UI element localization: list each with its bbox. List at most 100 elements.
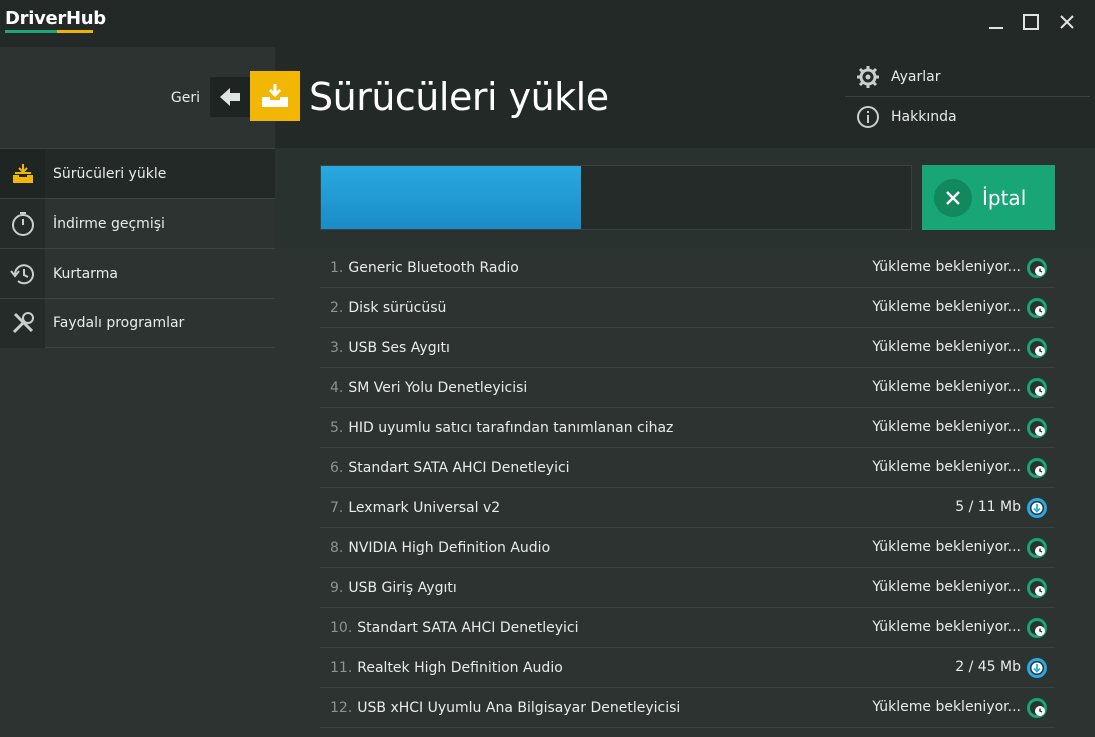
close-icon — [1060, 15, 1074, 29]
install-tray-icon — [0, 149, 45, 198]
sidebar-item-useful-programs[interactable]: Faydalı programlar — [0, 298, 275, 348]
back-label[interactable]: Geri — [171, 90, 200, 106]
status-text: Yükleme bekleniyor... — [872, 259, 1021, 275]
history-icon — [0, 249, 45, 298]
close-icon — [934, 178, 972, 217]
row-number: 3. — [330, 339, 344, 356]
waiting-clock-icon — [1027, 458, 1047, 478]
cancel-button[interactable]: İptal — [922, 165, 1055, 230]
logo-underline — [5, 30, 93, 33]
settings-label: Ayarlar — [891, 68, 941, 85]
table-row: 12. USB xHCI Uyumlu Ana Bilgisayar Denetl… — [320, 688, 1055, 728]
settings-menu-item[interactable]: Ayarlar — [845, 57, 1090, 97]
sidebar: Geri Sürücüleri yükle İndirme geçmişi Ku… — [0, 47, 275, 737]
minimize-button[interactable] — [984, 10, 1008, 34]
driver-name: SM Veri Yolu Denetleyicisi — [348, 379, 528, 396]
waiting-clock-icon — [1027, 418, 1047, 438]
about-menu-item[interactable]: Hakkında — [845, 97, 1090, 137]
driver-name: Disk sürücüsü — [348, 299, 447, 316]
download-progress-icon — [1027, 498, 1047, 518]
row-number: 11. — [330, 659, 353, 676]
waiting-clock-icon — [1027, 578, 1047, 598]
table-row: 11. Realtek High Definition Audio 2 / 45 M… — [320, 648, 1055, 688]
waiting-clock-icon — [1027, 698, 1047, 718]
cancel-label: İptal — [982, 185, 1027, 210]
row-number: 4. — [330, 379, 344, 396]
driver-list: 1. Generic Bluetooth Radio Yükleme bekleni… — [320, 248, 1055, 728]
page-title: Sürücüleri yükle — [309, 75, 609, 119]
row-number: 5. — [330, 419, 344, 436]
table-row: 10. Standart SATA AHCI Denetleyici Yükleme… — [320, 608, 1055, 648]
sidebar-item-install-drivers[interactable]: Sürücüleri yükle — [0, 148, 275, 198]
maximize-button[interactable] — [1019, 10, 1043, 34]
status-text: Yükleme bekleniyor... — [872, 539, 1021, 555]
install-progress-bar — [320, 165, 912, 230]
row-number: 9. — [330, 579, 344, 596]
table-row: 1. Generic Bluetooth Radio Yükleme bekleni… — [320, 248, 1055, 288]
status-text: Yükleme bekleniyor... — [872, 699, 1021, 715]
row-number: 8. — [330, 539, 344, 556]
driver-name: NVIDIA High Definition Audio — [348, 539, 551, 556]
sidebar-item-download-history[interactable]: İndirme geçmişi — [0, 198, 275, 248]
table-row: 7. Lexmark Universal v2 5 / 11 Mb — [320, 488, 1055, 528]
sidebar-item-recovery[interactable]: Kurtarma — [0, 248, 275, 298]
driver-name: USB Ses Aygıtı — [348, 339, 450, 356]
back-button[interactable] — [210, 77, 250, 117]
page-header: Sürücüleri yükle Ayarlar Hakkında — [250, 47, 1095, 148]
row-number: 12. — [330, 699, 353, 716]
waiting-clock-icon — [1027, 338, 1047, 358]
sidebar-item-label: Faydalı programlar — [53, 315, 185, 331]
driver-name: Standart SATA AHCI Denetleyici — [348, 459, 570, 476]
progress-fill — [321, 166, 581, 229]
row-number: 6. — [330, 459, 344, 476]
table-row: 3. USB Ses Aygıtı Yükleme bekleniyor... — [320, 328, 1055, 368]
waiting-clock-icon — [1027, 298, 1047, 318]
status-text: Yükleme bekleniyor... — [872, 579, 1021, 595]
install-tray-icon — [250, 71, 300, 121]
sidebar-item-label: Kurtarma — [53, 265, 118, 282]
driver-name: HID uyumlu satıcı tarafından tanımlanan … — [348, 419, 674, 436]
status-text: Yükleme bekleniyor... — [872, 419, 1021, 435]
waiting-clock-icon — [1027, 618, 1047, 638]
status-text: 5 / 11 Mb — [955, 499, 1021, 515]
arrow-left-icon — [220, 88, 240, 106]
row-number: 10. — [330, 619, 353, 636]
sidebar-item-label: İndirme geçmişi — [53, 215, 165, 232]
sidebar-nav: Sürücüleri yükle İndirme geçmişi Kurtarm… — [0, 148, 275, 348]
minimize-icon — [989, 27, 1003, 29]
info-icon — [845, 105, 891, 129]
row-number: 2. — [330, 299, 344, 316]
status-text: Yükleme bekleniyor... — [872, 339, 1021, 355]
driver-name: Lexmark Universal v2 — [348, 499, 501, 516]
row-number: 1. — [330, 259, 344, 276]
table-row: 6. Standart SATA AHCI Denetleyici Yükleme … — [320, 448, 1055, 488]
download-progress-icon — [1027, 658, 1047, 678]
driver-name: Realtek High Definition Audio — [357, 659, 563, 676]
timer-icon — [0, 199, 45, 248]
table-row: 9. USB Giriş Aygıtı Yükleme bekleniyor... — [320, 568, 1055, 608]
sidebar-header: Geri — [0, 47, 275, 148]
status-text: Yükleme bekleniyor... — [872, 619, 1021, 635]
driver-name: Standart SATA AHCI Denetleyici — [357, 619, 579, 636]
status-text: Yükleme bekleniyor... — [872, 459, 1021, 475]
status-text: Yükleme bekleniyor... — [872, 299, 1021, 315]
row-number: 7. — [330, 499, 344, 516]
tools-icon — [0, 298, 45, 348]
table-row: 4. SM Veri Yolu Denetleyicisi Yükleme bekl… — [320, 368, 1055, 408]
table-row: 5. HID uyumlu satıcı tarafından tanımlana… — [320, 408, 1055, 448]
app-logo: DriverHub — [5, 8, 106, 29]
driver-name: USB xHCI Uyumlu Ana Bilgisayar Denetleyi… — [357, 699, 681, 716]
driver-name: USB Giriş Aygıtı — [348, 579, 457, 596]
driver-name: Generic Bluetooth Radio — [348, 259, 519, 276]
maximize-icon — [1023, 14, 1039, 30]
table-row: 2. Disk sürücüsü Yükleme bekleniyor... — [320, 288, 1055, 328]
about-label: Hakkında — [891, 109, 957, 125]
waiting-clock-icon — [1027, 258, 1047, 278]
sidebar-item-label: Sürücüleri yükle — [53, 165, 167, 182]
title-bar: DriverHub — [0, 0, 1095, 47]
table-row: 8. NVIDIA High Definition Audio Yükleme be… — [320, 528, 1055, 568]
close-button[interactable] — [1055, 10, 1079, 34]
gear-icon — [845, 65, 891, 89]
status-text: 2 / 45 Mb — [955, 659, 1021, 675]
waiting-clock-icon — [1027, 538, 1047, 558]
